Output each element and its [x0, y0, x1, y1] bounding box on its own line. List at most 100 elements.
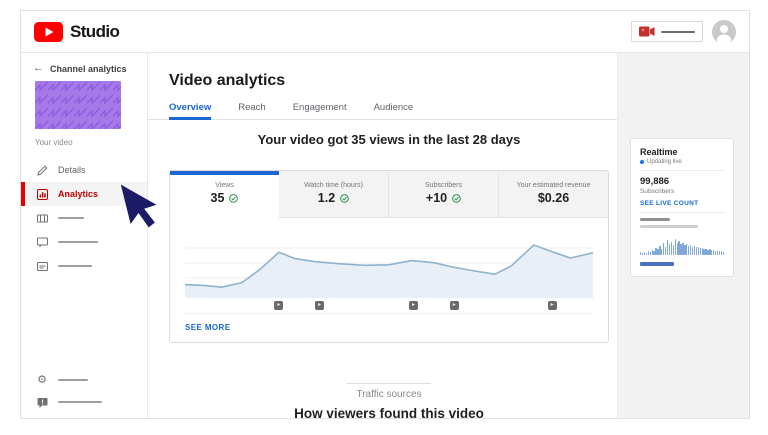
menu-label-placeholder — [58, 378, 88, 382]
realtime-activity-bar — [670, 241, 673, 255]
realtime-activity-bar — [697, 246, 699, 255]
comments-icon — [36, 237, 48, 248]
chart-axis-line — [185, 313, 593, 314]
realtime-activity-bar — [722, 251, 724, 255]
menu-label-placeholder — [58, 264, 92, 268]
tab-reach[interactable]: Reach — [238, 99, 265, 120]
video-marker-row: ▸ ▸ ▸ ▸ ▸ — [185, 301, 593, 310]
area-chart-svg — [185, 244, 593, 298]
views-headline: Your video got 35 views in the last 28 d… — [257, 132, 521, 147]
sidebar-item-feedback[interactable] — [21, 391, 147, 413]
divider — [640, 212, 724, 213]
metric-label: Your estimated revenue — [516, 182, 591, 189]
sidebar-item-settings[interactable]: ⚙ — [21, 369, 147, 391]
traffic-sources-label: Traffic sources — [356, 389, 422, 400]
realtime-activity-bar — [693, 245, 696, 255]
person-icon — [717, 24, 731, 44]
right-rail: Realtime Updating live 99,886 Subscriber… — [617, 53, 749, 418]
analytics-icon — [36, 188, 48, 200]
analytics-tabs: Overview Reach Engagement Audience — [148, 99, 617, 120]
topbar-right — [631, 19, 736, 44]
menu-label-placeholder — [58, 240, 98, 244]
topbar: Studio — [21, 11, 749, 53]
sidebar-item-label: Details — [58, 165, 86, 175]
metric-value: +10 — [425, 191, 448, 205]
video-upload-marker[interactable]: ▸ — [274, 301, 284, 310]
page-title: Video analytics — [169, 72, 286, 89]
realtime-activity-bar — [720, 251, 723, 255]
tab-overview[interactable]: Overview — [169, 99, 212, 120]
realtime-text-placeholder — [640, 225, 698, 228]
back-to-channel-analytics[interactable]: ← Channel analytics — [33, 63, 147, 74]
realtime-activity-bar — [695, 247, 698, 255]
sidebar-item-subtitles[interactable] — [21, 254, 147, 278]
your-video-label: Your video — [35, 138, 73, 147]
video-camera-icon — [639, 26, 655, 37]
create-button[interactable] — [631, 21, 703, 42]
realtime-activity-bar — [718, 251, 721, 255]
tab-audience[interactable]: Audience — [374, 99, 414, 120]
menu-label-placeholder — [58, 216, 84, 220]
back-arrow-icon: ← — [33, 62, 44, 74]
realtime-activity-bar — [672, 245, 674, 255]
youtube-logo-icon — [34, 21, 63, 42]
metric-tab-revenue[interactable]: Your estimated revenue $0.26 — [498, 171, 608, 218]
menu-label-placeholder — [58, 400, 102, 404]
video-upload-marker[interactable]: ▸ — [408, 301, 418, 310]
verified-check-icon — [229, 193, 239, 203]
brand-text: Studio — [70, 21, 120, 41]
section-divider — [347, 383, 431, 384]
metric-tab-subscribers[interactable]: Subscribers +10 — [388, 171, 498, 218]
metric-value: 35 — [210, 191, 225, 205]
realtime-activity-bar — [674, 238, 676, 255]
divider — [640, 170, 724, 171]
verified-check-icon — [452, 193, 461, 203]
video-thumbnail[interactable] — [35, 81, 121, 129]
metric-tab-views[interactable]: Views 35 — [170, 171, 279, 218]
realtime-activity-bar — [643, 251, 646, 255]
video-upload-marker[interactable]: ▸ — [547, 301, 557, 310]
youtube-studio-logo[interactable]: Studio — [34, 21, 120, 42]
see-more-link[interactable]: SEE MORE — [185, 323, 230, 332]
tab-engagement[interactable]: Engagement — [293, 99, 347, 120]
subscriber-count-label: Subscribers — [640, 188, 675, 195]
realtime-title: Realtime — [640, 147, 678, 157]
subtitles-icon — [36, 261, 48, 272]
key-metrics-card: Views 35 Watch time (hours) 1.2 Subscrib… — [169, 170, 609, 343]
realtime-activity-chart — [640, 235, 724, 255]
video-upload-marker[interactable]: ▸ — [449, 301, 459, 310]
see-live-count-link[interactable]: SEE LIVE COUNT — [640, 200, 724, 207]
realtime-link-placeholder[interactable] — [640, 261, 674, 266]
avatar[interactable] — [712, 19, 736, 44]
realtime-text-placeholder — [640, 218, 670, 221]
sidebar-item-details[interactable]: Details — [21, 158, 147, 182]
metric-label: Watch time (hours) — [304, 182, 363, 189]
thumbnail-pattern — [35, 81, 121, 129]
subscriber-count: 99,886 — [640, 176, 670, 187]
views-area-chart[interactable] — [185, 241, 593, 298]
sidebar-footer: ⚙ — [21, 369, 147, 413]
metric-value: 1.2 — [317, 191, 336, 205]
metric-tabs: Views 35 Watch time (hours) 1.2 Subscrib… — [170, 171, 608, 218]
create-button-label-placeholder — [661, 30, 695, 33]
realtime-activity-bar — [699, 248, 701, 255]
metric-value: $0.26 — [537, 191, 570, 205]
metric-tab-watch-time[interactable]: Watch time (hours) 1.2 — [279, 171, 388, 218]
live-dot-icon — [640, 160, 644, 164]
sidebar-item-label: Analytics — [58, 189, 99, 199]
editor-icon — [36, 213, 48, 224]
realtime-activity-bar — [645, 252, 648, 255]
metric-label: Views — [215, 182, 234, 189]
section-heading: How viewers found this video — [294, 406, 484, 419]
feedback-icon — [36, 397, 48, 408]
realtime-card: Realtime Updating live 99,886 Subscriber… — [630, 138, 734, 277]
realtime-activity-bar — [668, 244, 671, 255]
back-label: Channel analytics — [50, 63, 127, 74]
sidebar: ← Channel analytics Your video Details A… — [21, 53, 148, 418]
updating-live-row: Updating live — [640, 159, 724, 165]
video-upload-marker[interactable]: ▸ — [315, 301, 325, 310]
pencil-icon — [36, 164, 48, 176]
realtime-activity-bar — [647, 250, 650, 255]
verified-check-icon — [340, 193, 349, 203]
sidebar-item-comments[interactable] — [21, 230, 147, 254]
